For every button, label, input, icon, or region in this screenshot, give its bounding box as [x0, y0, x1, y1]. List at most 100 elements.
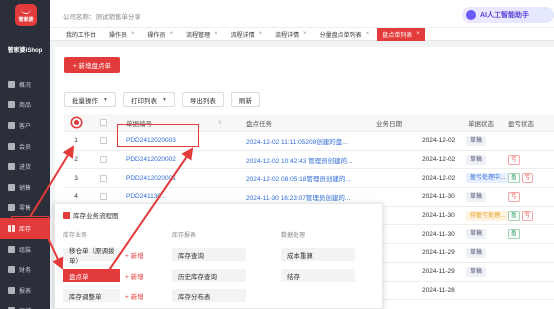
inventory-flow-popup: 库存业务流程图 库存业务 库存报表 数据处理 移仓单（原调拨单） + 新增 盘点…	[54, 203, 383, 309]
profit-loss-cell	[508, 244, 544, 262]
select-all-checkbox[interactable]	[100, 119, 107, 126]
history-inventory-link[interactable]: 历史库存查询	[172, 269, 246, 282]
sidebar-item-11[interactable]: 商城	[0, 301, 50, 309]
settle-link[interactable]: 结存	[281, 269, 355, 282]
sidebar-item-2[interactable]: 客户	[0, 115, 50, 136]
table-row[interactable]: 2 PDD2412020002 2024-12-02 10:42:43 管理员创建的…	[64, 151, 554, 170]
table-row[interactable]: 3 PDD2412020001 2024-12-02 08:05:18管理员创建的.…	[64, 169, 554, 189]
tab-7[interactable]: 盘点单列表 ×	[377, 27, 425, 41]
sidebar-item-10[interactable]: 报表	[0, 280, 50, 301]
sidebar: 管家婆 管家婆iShop 概况商品客户会员进货销售零售库存组装财务报表商城	[0, 0, 50, 309]
row-checkbox[interactable]	[100, 137, 107, 145]
col-header-date[interactable]: 业务日期	[376, 114, 426, 131]
app-root: 管家婆 管家婆iShop 概况商品客户会员进货销售零售库存组装财务报表商城 公司…	[0, 0, 554, 309]
tab-0[interactable]: 我的工作台	[61, 28, 101, 41]
profit-loss-badge: 盈	[508, 229, 520, 240]
sidebar-item-3[interactable]: 会员	[0, 136, 50, 157]
document-number-link[interactable]: PDD2412020001	[126, 169, 226, 187]
business-date: 2024-11-29	[422, 249, 455, 257]
tab-6[interactable]: 分量盘点单列表 ×	[315, 28, 375, 41]
new-stocktake-button[interactable]: + 新增盘点单	[64, 57, 120, 73]
business-date: 2024-11-30	[422, 193, 455, 201]
inventory-query-link[interactable]: 库存查询	[172, 248, 246, 261]
cost-recalc-link[interactable]: 成本重算	[281, 248, 355, 261]
business-date: 2024-12-02	[422, 174, 456, 182]
stocktake-add-link[interactable]: + 新增	[125, 269, 144, 282]
app-logo[interactable]: 管家婆	[15, 4, 37, 26]
profit-loss-cell: 盈	[508, 225, 544, 243]
sales-icon	[8, 183, 15, 191]
section-business: 库存业务	[63, 233, 88, 239]
chevron-down-icon: ▼	[161, 96, 167, 103]
close-icon[interactable]: ×	[214, 31, 218, 37]
col-header-task[interactable]: 盘点任务	[246, 114, 366, 131]
tab-2[interactable]: 操作员 ×	[143, 28, 179, 41]
sidebar-menu: 概况商品客户会员进货销售零售库存组装财务报表商城	[0, 74, 50, 309]
col-header-no[interactable]: 单据编号 ⇅	[126, 114, 226, 131]
profit-loss-badge: 亏	[521, 210, 534, 221]
row-checkbox[interactable]	[100, 174, 107, 182]
brand-name: 管家婆iShop	[7, 48, 43, 54]
document-number-link[interactable]: PDD2412020003	[126, 132, 226, 150]
document-number-link[interactable]: PDD2412020002	[126, 151, 226, 169]
profit-loss-cell	[508, 132, 544, 150]
col-header-pl[interactable]: 盈亏状态	[508, 114, 544, 131]
tab-3[interactable]: 流程管理 ×	[181, 28, 223, 41]
close-icon[interactable]: ×	[303, 31, 307, 37]
profit-loss-cell: 亏	[508, 151, 544, 169]
print-list-button[interactable]: 打印列表 ▼	[122, 92, 175, 107]
sidebar-item-4[interactable]: 进货	[0, 156, 50, 177]
refresh-button[interactable]: 刷新	[230, 92, 260, 107]
transfer-add-link[interactable]: + 新增	[125, 248, 144, 261]
popup-title: 库存业务流程图	[63, 210, 119, 220]
ai-assistant-button[interactable]: AI人工智能助手	[462, 7, 554, 23]
export-list-button[interactable]: 导出列表	[181, 92, 224, 107]
close-icon[interactable]: ×	[131, 31, 135, 37]
chevron-down-icon: ▼	[103, 96, 108, 103]
member-icon	[8, 142, 15, 150]
close-icon[interactable]: ×	[170, 31, 174, 37]
close-icon[interactable]: ×	[259, 31, 263, 37]
tab-5[interactable]: 流程详情 ×	[270, 28, 312, 41]
adjust-add-link[interactable]: + 新增	[125, 289, 144, 302]
sidebar-item-label: 报表	[19, 288, 32, 295]
sidebar-item-label: 客户	[19, 123, 32, 130]
row-index: 1	[74, 137, 78, 145]
profit-loss-badge: 亏	[508, 154, 520, 165]
gear-icon[interactable]	[71, 118, 81, 127]
adjust-order-link[interactable]: 库存调整单	[63, 289, 120, 302]
page-tabs: 我的工作台 操作员 × 操作员 × 流程管理 × 流程详情 × 流程详情 × 分量盘点单列表 × 盘点单列…	[50, 27, 554, 41]
company-name: 公司名称：测试销售单分享	[63, 14, 141, 21]
sidebar-item-9[interactable]: 财务	[0, 259, 50, 280]
sidebar-item-1[interactable]: 商品	[0, 95, 50, 116]
close-icon[interactable]: ×	[366, 31, 370, 37]
sidebar-item-8[interactable]: 组装	[0, 239, 50, 260]
profit-loss-badge: 亏	[521, 173, 534, 184]
table-header-row: 单据编号⇅ 盘点任务 业务日期 单据状态 盈亏状态 经	[64, 114, 554, 132]
assembly-icon	[8, 245, 15, 253]
sidebar-item-label: 进货	[19, 165, 32, 172]
tab-4[interactable]: 流程详情 ×	[226, 28, 268, 41]
task-link[interactable]: 2024-12-02 10:42:43 管理员创建的...	[246, 151, 366, 169]
business-date: 2024-11-29	[422, 268, 455, 276]
close-icon[interactable]: ×	[416, 31, 420, 37]
profit-loss-cell	[508, 263, 544, 281]
row-checkbox[interactable]	[100, 156, 107, 164]
row-index: 2	[74, 156, 78, 164]
inventory-highlight-box	[11, 216, 49, 236]
sort-icon[interactable]: ⇅	[218, 120, 226, 126]
inventory-distribution-link[interactable]: 库存分布表	[172, 289, 246, 302]
section-data: 数据处理	[281, 233, 306, 239]
tab-1[interactable]: 操作员 ×	[104, 28, 140, 41]
goods-icon	[8, 101, 15, 109]
task-link[interactable]: 2024-12-02 08:05:18管理员创建的...	[246, 169, 366, 187]
sidebar-item-5[interactable]: 销售	[0, 177, 50, 198]
row-checkbox[interactable]	[100, 193, 107, 201]
task-link[interactable]: 2024-12-02 11:11:05208创建的盘...	[246, 132, 366, 150]
table-row[interactable]: 1 PDD2412020003 2024-12-02 11:11:05208创建的盘…	[64, 132, 554, 151]
sidebar-item-0[interactable]: 概况	[0, 74, 50, 95]
stocktake-order-link[interactable]: 盘点单	[63, 269, 120, 282]
transfer-order-link[interactable]: 移仓单（原调拨单）	[63, 248, 120, 265]
batch-ops-button[interactable]: 批量操作 ▼	[64, 92, 116, 107]
row-index: 3	[74, 174, 78, 182]
